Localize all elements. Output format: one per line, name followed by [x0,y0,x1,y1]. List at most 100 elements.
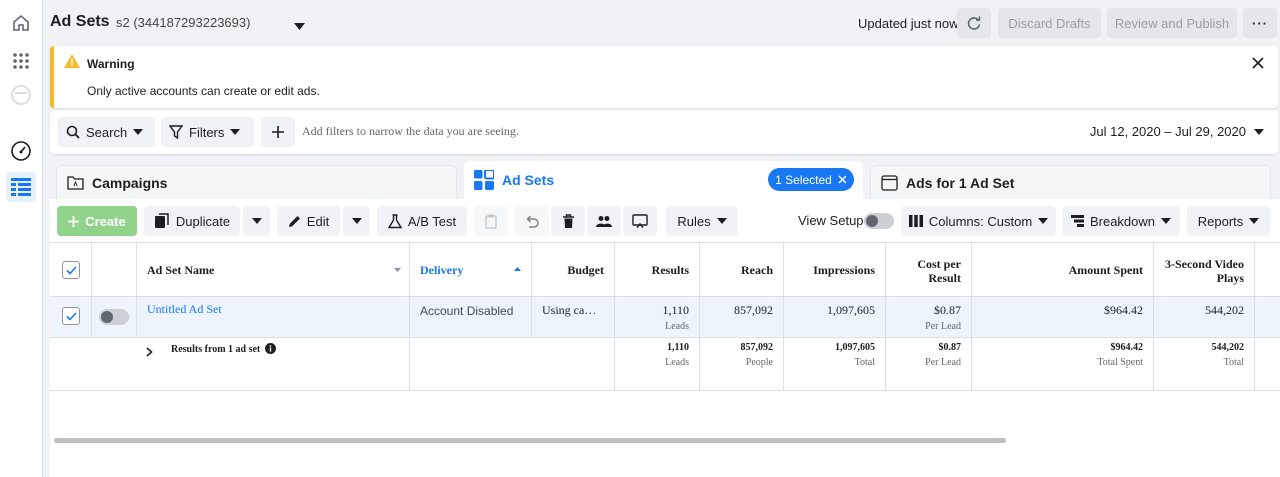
add-filter-button[interactable] [261,117,295,147]
header-video-line1: 3-Second Video [1164,257,1244,271]
discard-drafts-button[interactable]: Discard Drafts [998,8,1101,38]
date-range-label: Jul 12, 2020 – Jul 29, 2020 [1089,124,1246,139]
header-budget[interactable]: Budget [532,243,615,296]
summary-video-cell: 544,202 Total [1154,338,1255,390]
tab-ads[interactable]: Ads for 1 Ad Set [870,165,1271,199]
header-video-plays[interactable]: 3-Second Video Plays [1154,243,1255,296]
preview-icon [632,213,648,228]
selected-count-pill[interactable]: 1 Selected [768,168,854,191]
warning-banner: Warning Only active accounts can create … [50,46,1278,108]
edit-dropdown-button[interactable] [343,206,370,236]
delete-button[interactable] [551,206,585,236]
reports-label: Reports [1197,213,1244,229]
duplicate-icon [154,213,169,228]
rules-button[interactable]: Rules [666,206,738,236]
header-cost-per-result[interactable]: Cost per Result [886,243,972,296]
preview-button[interactable] [623,206,657,236]
view-setup-toggle[interactable] [864,213,894,229]
summary-reach-unit: People [745,357,773,368]
page-title: Ad Sets [50,13,110,30]
refresh-icon [967,16,981,30]
header-cpr-line2: Result [928,271,961,285]
people-icon [596,215,612,227]
account-avatar-icon[interactable] [6,80,36,110]
row-budget-cell: Using ca… [532,297,615,337]
refresh-button[interactable] [957,8,991,38]
clipboard-button[interactable] [474,206,508,236]
table-row[interactable]: Untitled Ad Set Account Disabled Using c… [50,297,1280,338]
close-icon[interactable] [838,175,847,184]
caret-down-icon[interactable] [294,18,305,33]
header-amount-spent[interactable]: Amount Spent [972,243,1154,296]
header-video-line2: Plays [1216,271,1244,285]
edit-label: Edit [306,213,330,229]
checkmark-icon [65,311,77,321]
columns-icon [908,215,923,227]
speedometer-icon[interactable] [6,136,36,166]
folder-icon [67,176,84,190]
chevron-right-icon[interactable] [146,347,153,357]
more-options-button[interactable]: ··· [1243,8,1277,38]
select-all-checkbox[interactable] [62,261,80,279]
duplicate-button[interactable]: Duplicate [144,206,240,236]
duplicate-dropdown-button[interactable] [243,206,270,236]
search-label: Search [86,124,128,140]
summary-impressions-unit: Total [854,357,875,368]
row-reach-cell: 857,092 [700,297,784,337]
ad-sets-panel: Create Duplicate Edit A/B Test Rules Vie… [50,199,1280,477]
close-icon[interactable] [1252,57,1264,72]
header-delivery-label: Delivery [420,263,464,277]
header-results[interactable]: Results [615,243,700,296]
ads-manager-table-icon[interactable] [6,172,36,202]
filters-button[interactable]: Filters [161,117,254,147]
audience-button[interactable] [587,206,621,236]
caret-down-icon [230,129,241,135]
row-checkbox[interactable] [62,307,80,325]
search-button[interactable]: Search [58,117,155,147]
caret-down-icon [251,218,262,224]
create-button[interactable]: Create [57,206,137,236]
undo-button[interactable] [515,206,549,236]
edit-button[interactable]: Edit [277,206,340,236]
header-impressions[interactable]: Impressions [784,243,886,296]
header-checkbox-cell [50,243,92,296]
updated-status: Updated just now [858,16,959,31]
columns-button[interactable]: Columns: Custom [901,206,1056,236]
header-reach[interactable]: Reach [700,243,784,296]
summary-amount-cell: $964.42 Total Spent [972,338,1154,390]
header-toggle-cell [92,243,137,296]
header-reach-label: Reach [741,263,773,277]
account-selector-label[interactable]: s2 (344187293223693) [116,15,250,30]
header-cpr-line1: Cost per [917,257,961,271]
breakdown-button[interactable]: Breakdown [1062,206,1180,236]
apps-grid-icon[interactable] [6,46,36,76]
columns-label: Columns: Custom [928,213,1033,229]
review-and-publish-button[interactable]: Review and Publish [1107,8,1237,38]
ab-test-button[interactable]: A/B Test [377,206,467,236]
summary-cpr-value: $0.87 [938,342,962,353]
ad-set-status-toggle[interactable] [99,309,129,325]
header-ad-set-name[interactable]: Ad Set Name [137,243,410,296]
filters-label: Filters [189,124,225,140]
caret-down-icon [1249,218,1260,224]
view-setup-label: View Setup [798,213,864,228]
caret-down-icon [1254,128,1264,135]
results-value: 1,110 [662,303,689,317]
funnel-icon [169,125,183,139]
info-icon[interactable] [265,343,276,354]
trash-icon [562,213,574,228]
header-delivery[interactable]: Delivery [410,243,532,296]
date-range-picker[interactable]: Jul 12, 2020 – Jul 29, 2020 [1090,124,1264,139]
tab-campaigns[interactable]: Campaigns [56,165,457,199]
summary-label: Results from 1 ad set [171,344,261,355]
tab-ad-sets-label: Ad Sets [502,172,555,188]
horizontal-scrollbar[interactable] [54,438,1006,443]
tab-ads-label: Ads for 1 Ad Set [906,174,1015,191]
left-rail [0,0,43,477]
home-icon[interactable] [6,8,36,38]
warning-triangle-icon [64,54,80,71]
reports-button[interactable]: Reports [1187,206,1270,236]
main-area: Ad Sets s2 (344187293223693) Updated jus… [44,0,1280,477]
ad-sets-grid-icon [474,170,494,190]
ad-set-name-link[interactable]: Untitled Ad Set [147,302,222,317]
